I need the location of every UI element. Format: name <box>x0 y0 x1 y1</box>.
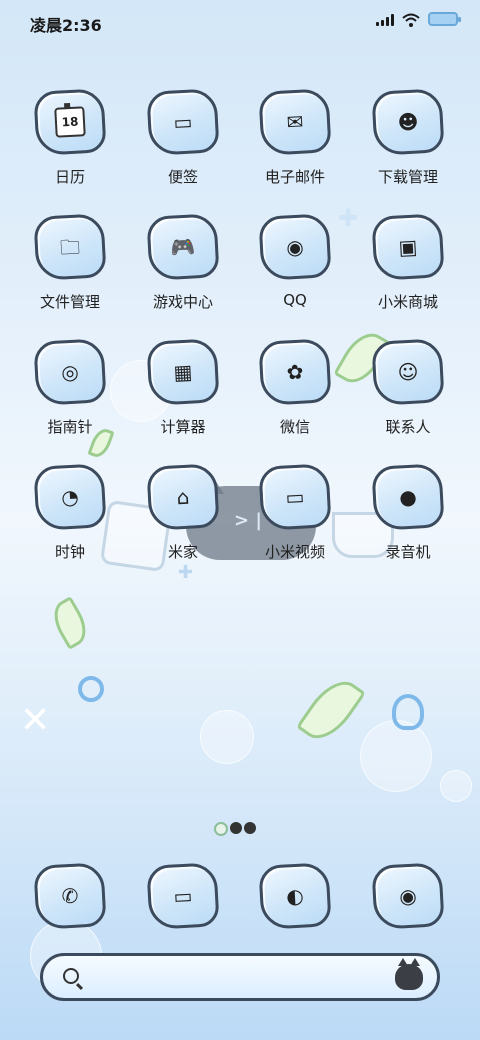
app-icon-tile: ✿ <box>258 338 332 406</box>
app-label: 下载管理 <box>377 168 438 186</box>
app-icon-tile: ▦ <box>146 338 220 406</box>
app-label: 便签 <box>167 168 198 186</box>
search-input[interactable] <box>93 964 387 992</box>
app-label: 微信 <box>279 418 310 436</box>
app-label: 小米视频 <box>264 543 325 561</box>
app-shop[interactable]: ▣ 小米商城 <box>352 209 464 319</box>
app-icon-tile: ▭ <box>258 463 332 531</box>
app-label: 文件管理 <box>39 293 100 311</box>
dock-messages[interactable]: ▭ <box>127 858 239 934</box>
shop-icon: ▣ <box>397 234 419 260</box>
app-icon-tile: ⌂ <box>146 463 220 531</box>
cat-assistant-icon[interactable] <box>395 958 423 990</box>
download-icon: ☻ <box>396 109 420 135</box>
status-time: 凌晨2:36 <box>30 16 102 35</box>
battery-icon <box>428 12 461 26</box>
app-download[interactable]: ☻ 下载管理 <box>352 84 464 194</box>
app-icon-tile: ✉ <box>258 88 332 156</box>
app-recorder[interactable]: ● 录音机 <box>352 459 464 569</box>
app-email[interactable]: ✉ 电子邮件 <box>239 84 351 194</box>
background-bubble <box>200 710 254 764</box>
gamepad-icon: 🎮 <box>169 234 197 260</box>
phone-icon: ✆ <box>60 883 79 909</box>
background-bubble <box>440 770 472 802</box>
calculator-icon: ▦ <box>172 359 194 385</box>
sparkle-decoration: ✕ <box>20 700 51 741</box>
messages-icon: ▭ <box>172 883 194 909</box>
background-bubble <box>360 720 432 792</box>
app-clock[interactable]: ◔ 时钟 <box>14 459 126 569</box>
tv-icon: ▭ <box>284 484 306 510</box>
search-icon <box>63 968 79 984</box>
app-label: QQ <box>283 291 307 309</box>
app-wechat[interactable]: ✿ 微信 <box>239 334 351 444</box>
app-icon-tile: ◔ <box>33 463 107 531</box>
app-label: 联系人 <box>385 418 431 436</box>
app-icon-tile: 🗀 <box>33 213 107 281</box>
app-qq[interactable]: ◉ QQ <box>239 209 351 319</box>
wifi-icon <box>402 12 420 27</box>
ring-decoration <box>392 694 424 730</box>
app-icon-tile: ◐ <box>258 862 332 930</box>
app-icon-tile: ☻ <box>371 88 445 156</box>
app-icon-tile: ☺ <box>371 338 445 406</box>
calendar-icon: 18 <box>54 106 86 138</box>
clock-icon: ◔ <box>60 484 80 510</box>
camera-icon: ◉ <box>398 883 418 909</box>
app-contacts[interactable]: ☺ 联系人 <box>352 334 464 444</box>
app-compass[interactable]: ◎ 指南针 <box>14 334 126 444</box>
folder-icon: 🗀 <box>59 234 81 260</box>
dock-phone[interactable]: ✆ <box>14 858 126 934</box>
app-tv[interactable]: ▭ 小米视频 <box>239 459 351 569</box>
email-icon: ✉ <box>285 109 304 135</box>
dock-browser[interactable]: ◐ <box>239 858 351 934</box>
app-icon-tile: ▭ <box>146 88 220 156</box>
compass-icon: ◎ <box>60 359 80 385</box>
status-bar: 凌晨2:36 <box>0 0 480 44</box>
app-icon-tile: ✆ <box>33 862 107 930</box>
app-icon-tile: ◉ <box>371 862 445 930</box>
app-folder[interactable]: 🗀 文件管理 <box>14 209 126 319</box>
app-icon-tile: 18 <box>33 88 107 156</box>
dock: ✆ ▭ ◐ ◉ <box>0 858 480 938</box>
app-notes[interactable]: ▭ 便签 <box>127 84 239 194</box>
app-label: 米家 <box>167 543 198 561</box>
app-icon-tile: ▭ <box>146 862 220 930</box>
app-icon-tile: ● <box>371 463 445 531</box>
page-dot <box>214 822 228 836</box>
app-label: 录音机 <box>385 543 431 561</box>
app-icon-tile: ◎ <box>33 338 107 406</box>
app-label: 游戏中心 <box>152 293 213 311</box>
dock-camera[interactable]: ◉ <box>352 858 464 934</box>
search-bar[interactable] <box>40 953 440 1001</box>
app-gamepad[interactable]: 🎮 游戏中心 <box>127 209 239 319</box>
app-label: 计算器 <box>160 418 206 436</box>
home-icon: ⌂ <box>176 484 190 510</box>
contacts-icon: ☺ <box>396 359 420 385</box>
app-calculator[interactable]: ▦ 计算器 <box>127 334 239 444</box>
app-icon-tile: ▣ <box>371 213 445 281</box>
leaf-decoration <box>295 671 367 749</box>
signal-icon <box>376 12 394 26</box>
status-icons <box>376 12 461 27</box>
app-label: 时钟 <box>54 543 85 561</box>
app-icon-tile: ◉ <box>258 213 332 281</box>
recorder-icon: ● <box>398 484 418 510</box>
browser-icon: ◐ <box>285 883 305 909</box>
page-dot <box>230 822 242 834</box>
wechat-icon: ✿ <box>285 359 304 385</box>
ring-decoration <box>78 676 104 702</box>
page-indicator[interactable] <box>214 822 256 836</box>
app-icon-tile: 🎮 <box>146 213 220 281</box>
page-dot <box>244 822 256 834</box>
app-label: 指南针 <box>47 418 93 436</box>
app-home[interactable]: ⌂ 米家 <box>127 459 239 569</box>
app-calendar[interactable]: 18 日历 <box>14 84 126 194</box>
app-label: 电子邮件 <box>264 168 325 186</box>
leaf-decoration <box>46 596 94 650</box>
app-label: 小米商城 <box>377 293 438 311</box>
qq-icon: ◉ <box>285 234 305 260</box>
app-label: 日历 <box>54 168 85 186</box>
notes-icon: ▭ <box>172 109 194 135</box>
